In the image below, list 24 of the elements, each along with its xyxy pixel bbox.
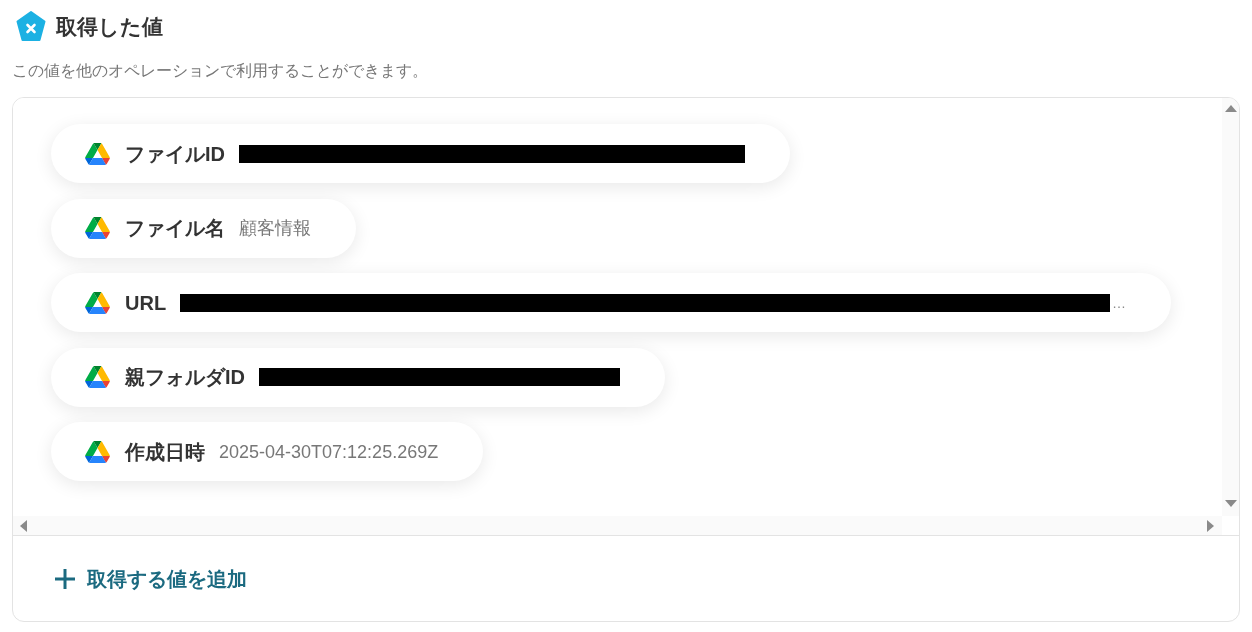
field-label: URL: [125, 292, 167, 313]
triangle-down-icon[interactable]: [1224, 500, 1237, 507]
triangle-left-icon[interactable]: [20, 519, 27, 532]
field-label: 親フォルダID: [125, 367, 245, 387]
triangle-up-icon[interactable]: [1224, 105, 1237, 112]
section-description: この値を他のオペレーションで利用することができます。: [12, 62, 429, 80]
triangle-logo-icon: [85, 440, 110, 463]
triangle-logo-icon: [85, 366, 110, 388]
overflow-ellipsis: …: [1112, 295, 1127, 310]
horizontal-scrollbar[interactable]: [13, 516, 1222, 535]
field-label: ファイル名: [125, 218, 225, 238]
field-value: 顧客情報: [239, 219, 311, 237]
field-label: 作成日時: [125, 441, 205, 462]
pentagon-logo-icon: [16, 10, 46, 42]
triangle-right-icon[interactable]: [1207, 519, 1214, 532]
triangle-logo-icon: [85, 142, 110, 165]
field-value: 2025-04-30T07:12:25.269Z: [219, 442, 439, 461]
plus-icon: [55, 568, 75, 589]
add-value-button[interactable]: 取得する値を追加: [55, 568, 247, 589]
triangle-logo-icon: [85, 217, 110, 239]
section-title: 取得した値: [56, 15, 163, 37]
vertical-scrollbar[interactable]: [1222, 98, 1239, 516]
field-label: ファイルID: [125, 143, 225, 164]
triangle-logo-icon: [85, 291, 110, 314]
